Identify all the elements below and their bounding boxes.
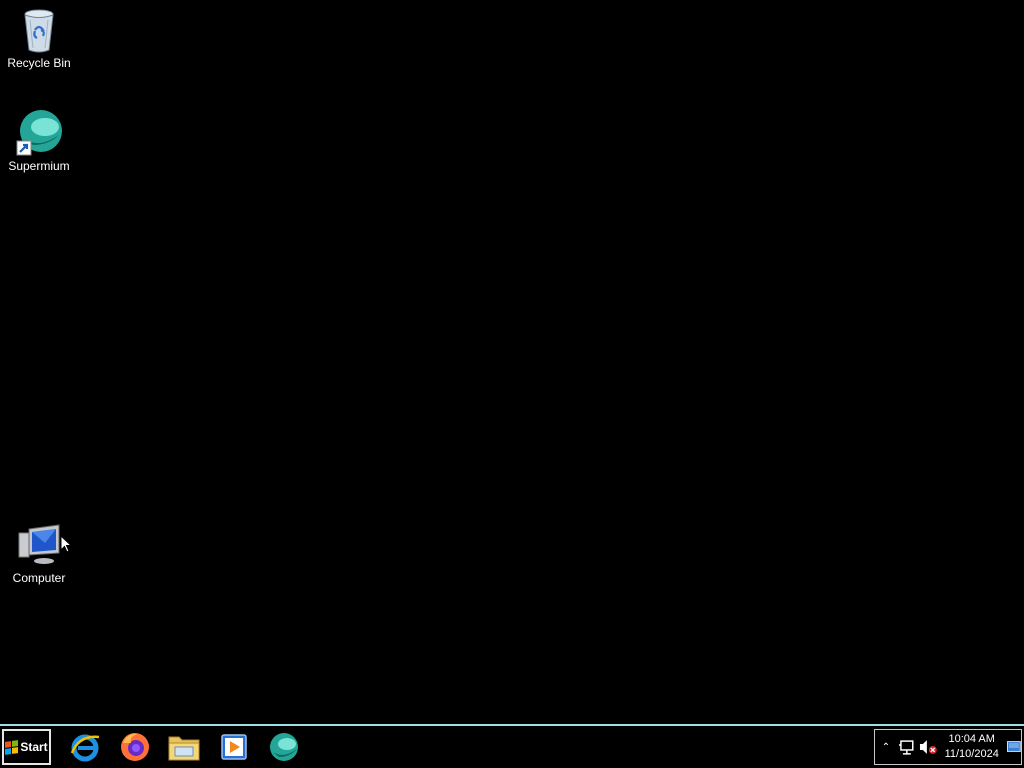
computer-icon bbox=[15, 521, 63, 569]
network-icon[interactable] bbox=[897, 737, 917, 757]
volume-muted-icon[interactable] bbox=[918, 737, 938, 757]
mouse-cursor-icon bbox=[60, 535, 72, 553]
show-desktop-icon[interactable] bbox=[1007, 740, 1021, 754]
recycle-bin-icon bbox=[15, 6, 63, 54]
internet-explorer-icon bbox=[70, 734, 100, 762]
recycle-bin-label: Recycle Bin bbox=[7, 56, 71, 70]
clock[interactable]: 10:04 AM 11/10/2024 bbox=[940, 732, 1003, 762]
supermium-icon bbox=[270, 733, 298, 761]
desktop[interactable]: Recycle Bin Supermium Computer bbox=[0, 0, 1024, 724]
show-hidden-icons-button[interactable]: ⌃ bbox=[879, 742, 893, 753]
taskbar-internet-explorer[interactable] bbox=[68, 730, 102, 764]
clock-time: 10:04 AM bbox=[948, 733, 995, 745]
windows-logo-icon bbox=[5, 739, 19, 755]
computer-shortcut[interactable]: Computer bbox=[1, 521, 77, 585]
start-button[interactable]: Start bbox=[2, 729, 51, 765]
taskbar-file-explorer[interactable] bbox=[167, 730, 201, 764]
recycle-bin-shortcut[interactable]: Recycle Bin bbox=[1, 6, 77, 70]
taskbar-firefox[interactable] bbox=[118, 730, 152, 764]
computer-label: Computer bbox=[12, 571, 66, 585]
supermium-icon bbox=[15, 109, 63, 157]
taskbar-supermium[interactable] bbox=[267, 730, 301, 764]
supermium-shortcut[interactable]: Supermium bbox=[1, 109, 77, 173]
taskbar-media-player[interactable] bbox=[217, 730, 251, 764]
taskbar: Start ⌃ 10:04 AM 11/10/2024 bbox=[0, 724, 1024, 768]
media-player-icon bbox=[221, 734, 247, 760]
start-label: Start bbox=[20, 740, 48, 754]
file-explorer-icon bbox=[168, 736, 200, 761]
supermium-label: Supermium bbox=[8, 159, 70, 173]
firefox-icon bbox=[121, 733, 149, 761]
clock-date: 11/10/2024 bbox=[944, 748, 999, 760]
system-tray: ⌃ 10:04 AM 11/10/2024 bbox=[874, 729, 1022, 765]
